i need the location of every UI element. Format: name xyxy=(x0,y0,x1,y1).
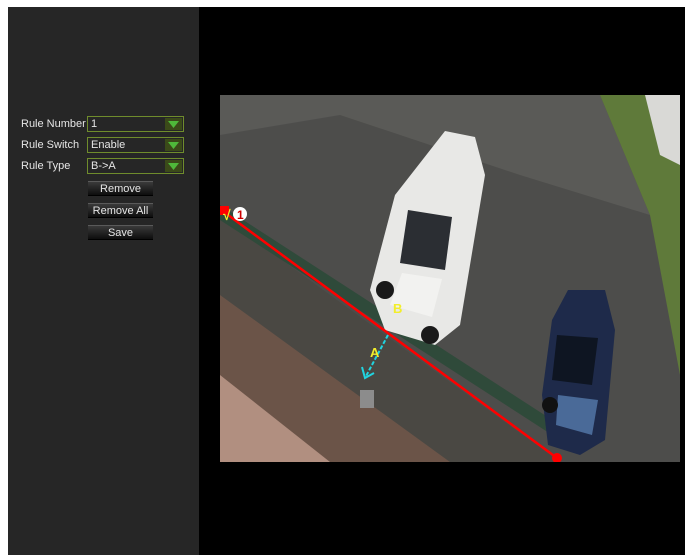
app-window: Rule Number 1 Rule Switch Enable Rule Ty… xyxy=(8,7,685,555)
line-index-label: 1 xyxy=(237,208,244,222)
side-a-label: A xyxy=(370,345,380,360)
rule-switch-label: Rule Switch xyxy=(21,139,80,151)
rule-number-value: 1 xyxy=(91,118,98,130)
rule-type-value: B->A xyxy=(91,160,116,172)
check-mark-icon: √ xyxy=(223,207,231,223)
rule-number-label: Rule Number xyxy=(21,118,86,130)
remove-all-button[interactable]: Remove All xyxy=(88,203,153,218)
rule-switch-select[interactable]: Enable xyxy=(87,137,184,153)
chevron-down-icon[interactable] xyxy=(165,118,182,130)
rule-settings-panel: Rule Number 1 Rule Switch Enable Rule Ty… xyxy=(8,7,199,555)
save-button[interactable]: Save xyxy=(88,225,153,240)
side-b-label: B xyxy=(393,301,402,316)
rule-switch-row: Rule Switch Enable xyxy=(21,136,184,154)
chevron-down-icon[interactable] xyxy=(165,160,182,172)
rule-switch-value: Enable xyxy=(91,139,126,151)
chevron-down-icon[interactable] xyxy=(165,139,182,151)
rule-type-select[interactable]: B->A xyxy=(87,158,184,174)
drain-grate xyxy=(360,390,374,408)
remove-button[interactable]: Remove xyxy=(88,181,153,196)
rule-number-row: Rule Number 1 xyxy=(21,115,184,133)
rule-type-label: Rule Type xyxy=(21,160,71,172)
camera-scene: √ 1 B A xyxy=(220,95,680,462)
camera-preview[interactable]: √ 1 B A xyxy=(220,95,680,462)
rule-type-row: Rule Type B->A xyxy=(21,157,184,175)
rule-number-select[interactable]: 1 xyxy=(87,116,184,132)
